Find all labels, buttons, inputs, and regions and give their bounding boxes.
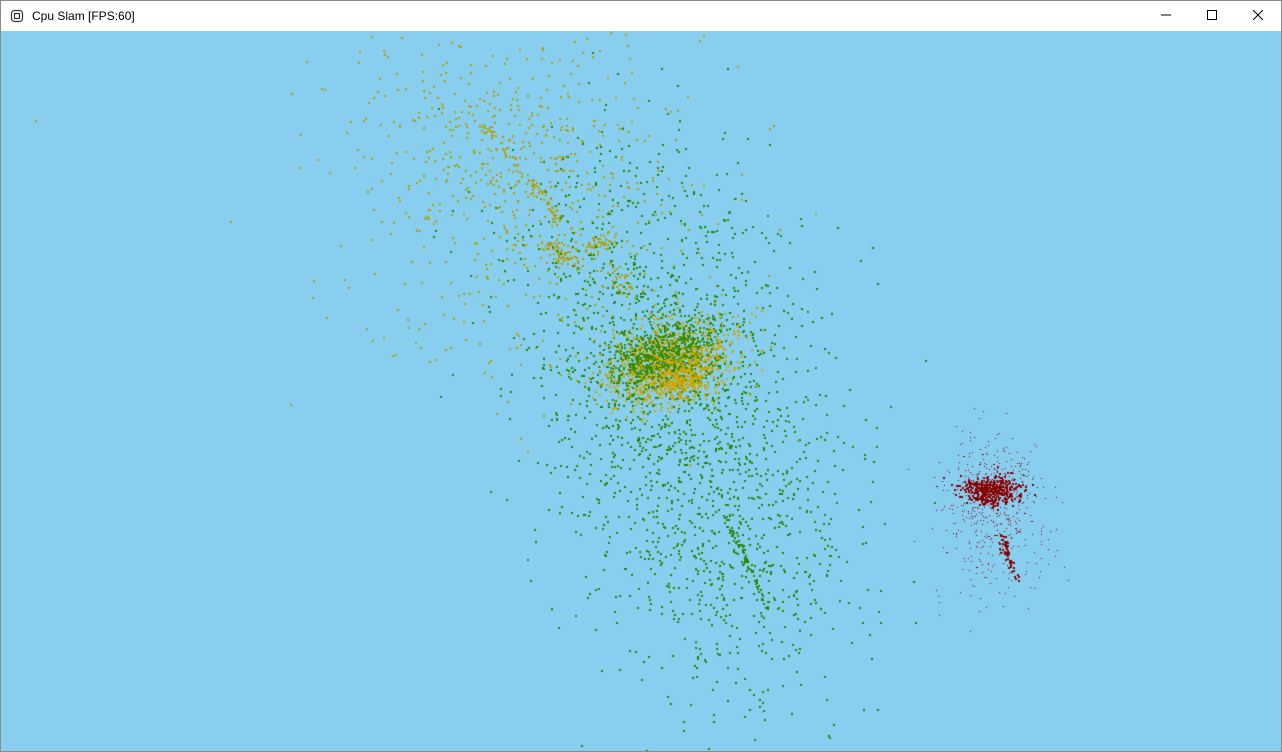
title-bar[interactable]: Cpu Slam [FPS:60] bbox=[1, 1, 1281, 31]
maximize-button[interactable] bbox=[1189, 1, 1235, 31]
app-icon[interactable] bbox=[9, 8, 25, 24]
close-button[interactable] bbox=[1235, 1, 1281, 31]
window-controls bbox=[1143, 1, 1281, 31]
close-icon bbox=[1252, 7, 1264, 25]
window-title: Cpu Slam [FPS:60] bbox=[32, 9, 135, 23]
minimize-button[interactable] bbox=[1143, 1, 1189, 31]
point-cloud-canvas[interactable] bbox=[1, 31, 1281, 751]
app-window: Cpu Slam [FPS:60] bbox=[0, 0, 1282, 752]
render-viewport[interactable] bbox=[1, 31, 1281, 751]
minimize-icon bbox=[1161, 7, 1171, 25]
maximize-icon bbox=[1207, 7, 1217, 25]
